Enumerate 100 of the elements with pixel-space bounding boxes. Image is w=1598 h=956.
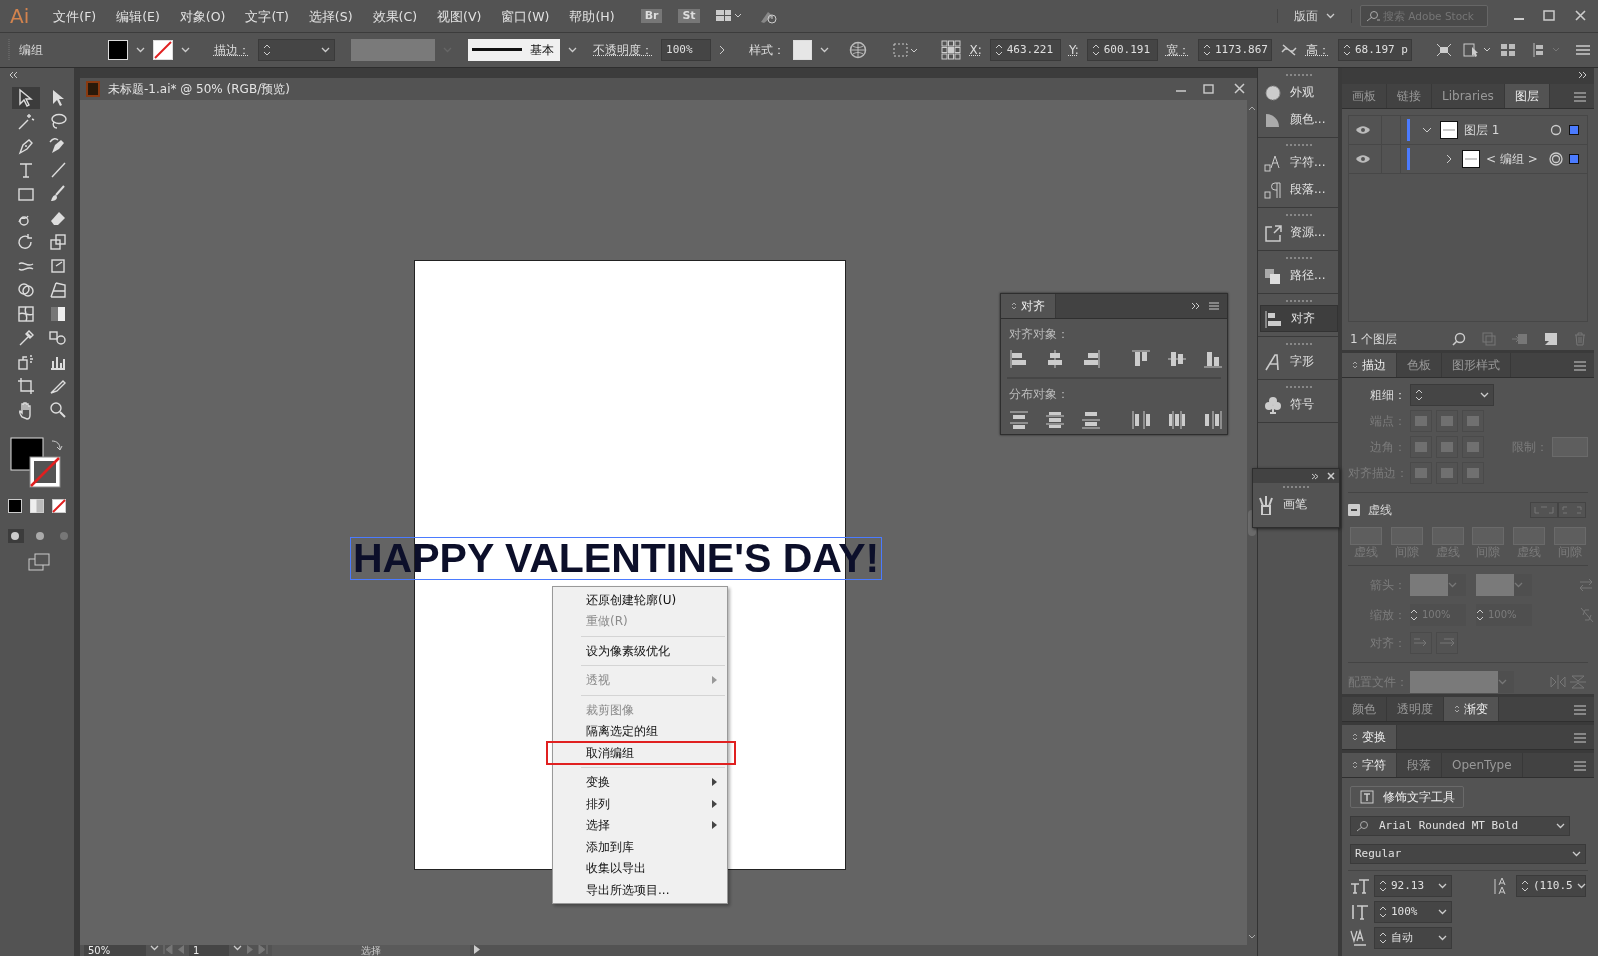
distribute-icon[interactable] <box>1532 42 1560 58</box>
color-mode-icon[interactable] <box>8 499 22 513</box>
isolate-icon[interactable] <box>1434 41 1454 59</box>
context-menu-item[interactable]: 隔离选定的组 <box>553 720 727 742</box>
fill-swatch[interactable] <box>108 40 128 60</box>
context-menu-item[interactable]: 排列 <box>553 793 727 815</box>
zoom-icon[interactable] <box>48 400 68 420</box>
menu-item[interactable]: 文件(F) <box>43 8 107 24</box>
stepper-arrows-icon[interactable] <box>1476 608 1484 623</box>
arrowhead-start-dropdown[interactable] <box>1410 574 1466 597</box>
gradient-icon[interactable] <box>48 304 68 324</box>
transform-box-icon[interactable] <box>893 42 920 58</box>
align-grid-icon[interactable] <box>1500 42 1516 58</box>
menu-icon[interactable] <box>1209 301 1219 311</box>
free-transform-icon[interactable] <box>48 256 68 276</box>
expand-arrows-icon[interactable] <box>1311 472 1319 480</box>
stepper-arrows-icon[interactable] <box>1379 931 1387 945</box>
stepper-arrows-icon[interactable] <box>1521 879 1529 893</box>
symbol-sprayer-icon[interactable] <box>16 352 36 372</box>
align-objects-icon[interactable] <box>1009 349 1029 370</box>
dock-panel-button[interactable]: 资源... <box>1260 219 1338 246</box>
distribute-objects-icon[interactable] <box>1131 409 1151 430</box>
leading-field[interactable]: (110.5 <box>1516 875 1586 897</box>
scroll-down-icon[interactable] <box>1248 934 1256 939</box>
panel-tab[interactable]: 对齐 <box>1001 294 1056 318</box>
menu-item[interactable]: 选择(S) <box>298 8 363 24</box>
eye-icon[interactable] <box>1355 154 1371 164</box>
vertical-scale-field[interactable]: 100% <box>1374 901 1452 923</box>
status-menu-arrow-icon[interactable] <box>474 945 480 954</box>
context-menu-item[interactable]: 导出所选项目... <box>553 879 727 901</box>
stepper-arrows-icon[interactable] <box>1379 905 1387 919</box>
reference-point-icon[interactable] <box>941 40 962 60</box>
target-icon[interactable] <box>1549 152 1563 166</box>
graphic-style-swatch[interactable] <box>793 40 813 60</box>
clipping-mask-icon[interactable] <box>1482 332 1496 346</box>
opacity-field[interactable]: 100% <box>661 39 712 61</box>
stepper-arrows-icon[interactable] <box>1343 43 1351 57</box>
menu-item[interactable]: 对象(O) <box>169 8 236 24</box>
context-menu-item[interactable]: 变换 <box>553 771 727 793</box>
panel-tab[interactable]: 链接 <box>1387 84 1432 108</box>
bridge-button[interactable]: Br <box>640 9 663 23</box>
panel-tab[interactable]: 颜色 <box>1342 697 1387 721</box>
stroke-weight-field[interactable] <box>1410 384 1494 406</box>
align-shape-icon[interactable] <box>1462 41 1492 59</box>
scroll-up-icon[interactable] <box>1248 106 1256 111</box>
mesh-icon[interactable] <box>16 304 36 324</box>
stepper-arrows-icon[interactable] <box>1379 879 1387 893</box>
panel-tab[interactable]: 色板 <box>1397 353 1442 377</box>
perspective-grid-icon[interactable] <box>48 280 68 300</box>
dock-panel-button[interactable]: 颜色... <box>1260 106 1338 133</box>
menu-icon[interactable] <box>1574 92 1586 102</box>
panel-tab[interactable]: Libraries <box>1432 84 1505 108</box>
menu-icon[interactable] <box>1574 361 1586 371</box>
menu-item[interactable]: 窗口(W) <box>491 8 560 24</box>
selection-arrow-icon[interactable] <box>16 88 36 108</box>
align-objects-icon[interactable] <box>1045 349 1065 370</box>
selection-square-icon[interactable] <box>1569 154 1579 164</box>
dock-panel-button[interactable]: 对齐 <box>1260 305 1338 332</box>
panel-tab[interactable]: 段落 <box>1397 753 1442 777</box>
menu-item[interactable]: 文字(T) <box>235 8 299 24</box>
panel-tab[interactable]: 图层 <box>1504 84 1550 108</box>
checkbox-icon[interactable] <box>1348 504 1360 516</box>
stepper-arrows-icon[interactable] <box>1203 43 1211 57</box>
scale-icon[interactable] <box>48 232 68 252</box>
artboard-icon[interactable] <box>16 376 36 396</box>
blend-icon[interactable] <box>48 328 68 348</box>
stepper-arrows-icon[interactable] <box>994 43 1003 57</box>
font-family-field[interactable]: Arial Rounded MT Bold <box>1350 816 1570 836</box>
distribute-objects-icon[interactable] <box>1081 409 1101 430</box>
expand-arrows-icon[interactable] <box>1191 302 1201 310</box>
workspace-switcher[interactable]: 版面 <box>1277 8 1352 24</box>
new-layer-icon[interactable] <box>1544 332 1558 346</box>
panel-tab[interactable]: 渐变 <box>1444 697 1499 721</box>
panel-tab[interactable]: 变换 <box>1342 725 1397 749</box>
menu-icon[interactable] <box>1574 761 1586 771</box>
lasso-icon[interactable] <box>48 112 68 132</box>
stepper-arrows-icon[interactable] <box>1415 388 1423 402</box>
context-menu-item[interactable]: 取消编组 <box>547 742 735 764</box>
distribute-objects-icon[interactable] <box>1203 409 1223 430</box>
layout-grid-icon[interactable] <box>715 9 742 23</box>
menu-item[interactable]: 效果(C) <box>362 8 428 24</box>
dock-panel-button[interactable]: 外观 <box>1260 79 1338 106</box>
shape-builder-icon[interactable] <box>16 280 36 300</box>
dock-panel-button[interactable]: 路径... <box>1260 262 1338 289</box>
menu-icon[interactable] <box>1576 44 1590 56</box>
globe-icon[interactable] <box>849 41 868 59</box>
stepper-arrows-icon[interactable] <box>1091 43 1100 57</box>
align-objects-icon[interactable] <box>1203 349 1223 370</box>
stepper-arrows-icon[interactable] <box>1410 608 1418 623</box>
y-field[interactable]: 600.191 <box>1086 39 1158 61</box>
panel-tab[interactable]: 画板 <box>1342 84 1387 108</box>
artboard-field[interactable]: 1 <box>189 945 229 956</box>
screen-mode-icon[interactable] <box>28 553 50 571</box>
menu-icon[interactable] <box>1574 733 1586 743</box>
layer-row[interactable]: 图层 1 <box>1349 116 1587 145</box>
panel-tab[interactable]: 图形样式 <box>1442 353 1511 377</box>
no-stroke-swatch[interactable] <box>152 40 173 60</box>
dock-panel-button[interactable]: 符号 <box>1260 391 1338 418</box>
menu-item[interactable]: 视图(V) <box>427 8 492 24</box>
context-menu-item[interactable]: 收集以导出 <box>553 857 727 879</box>
